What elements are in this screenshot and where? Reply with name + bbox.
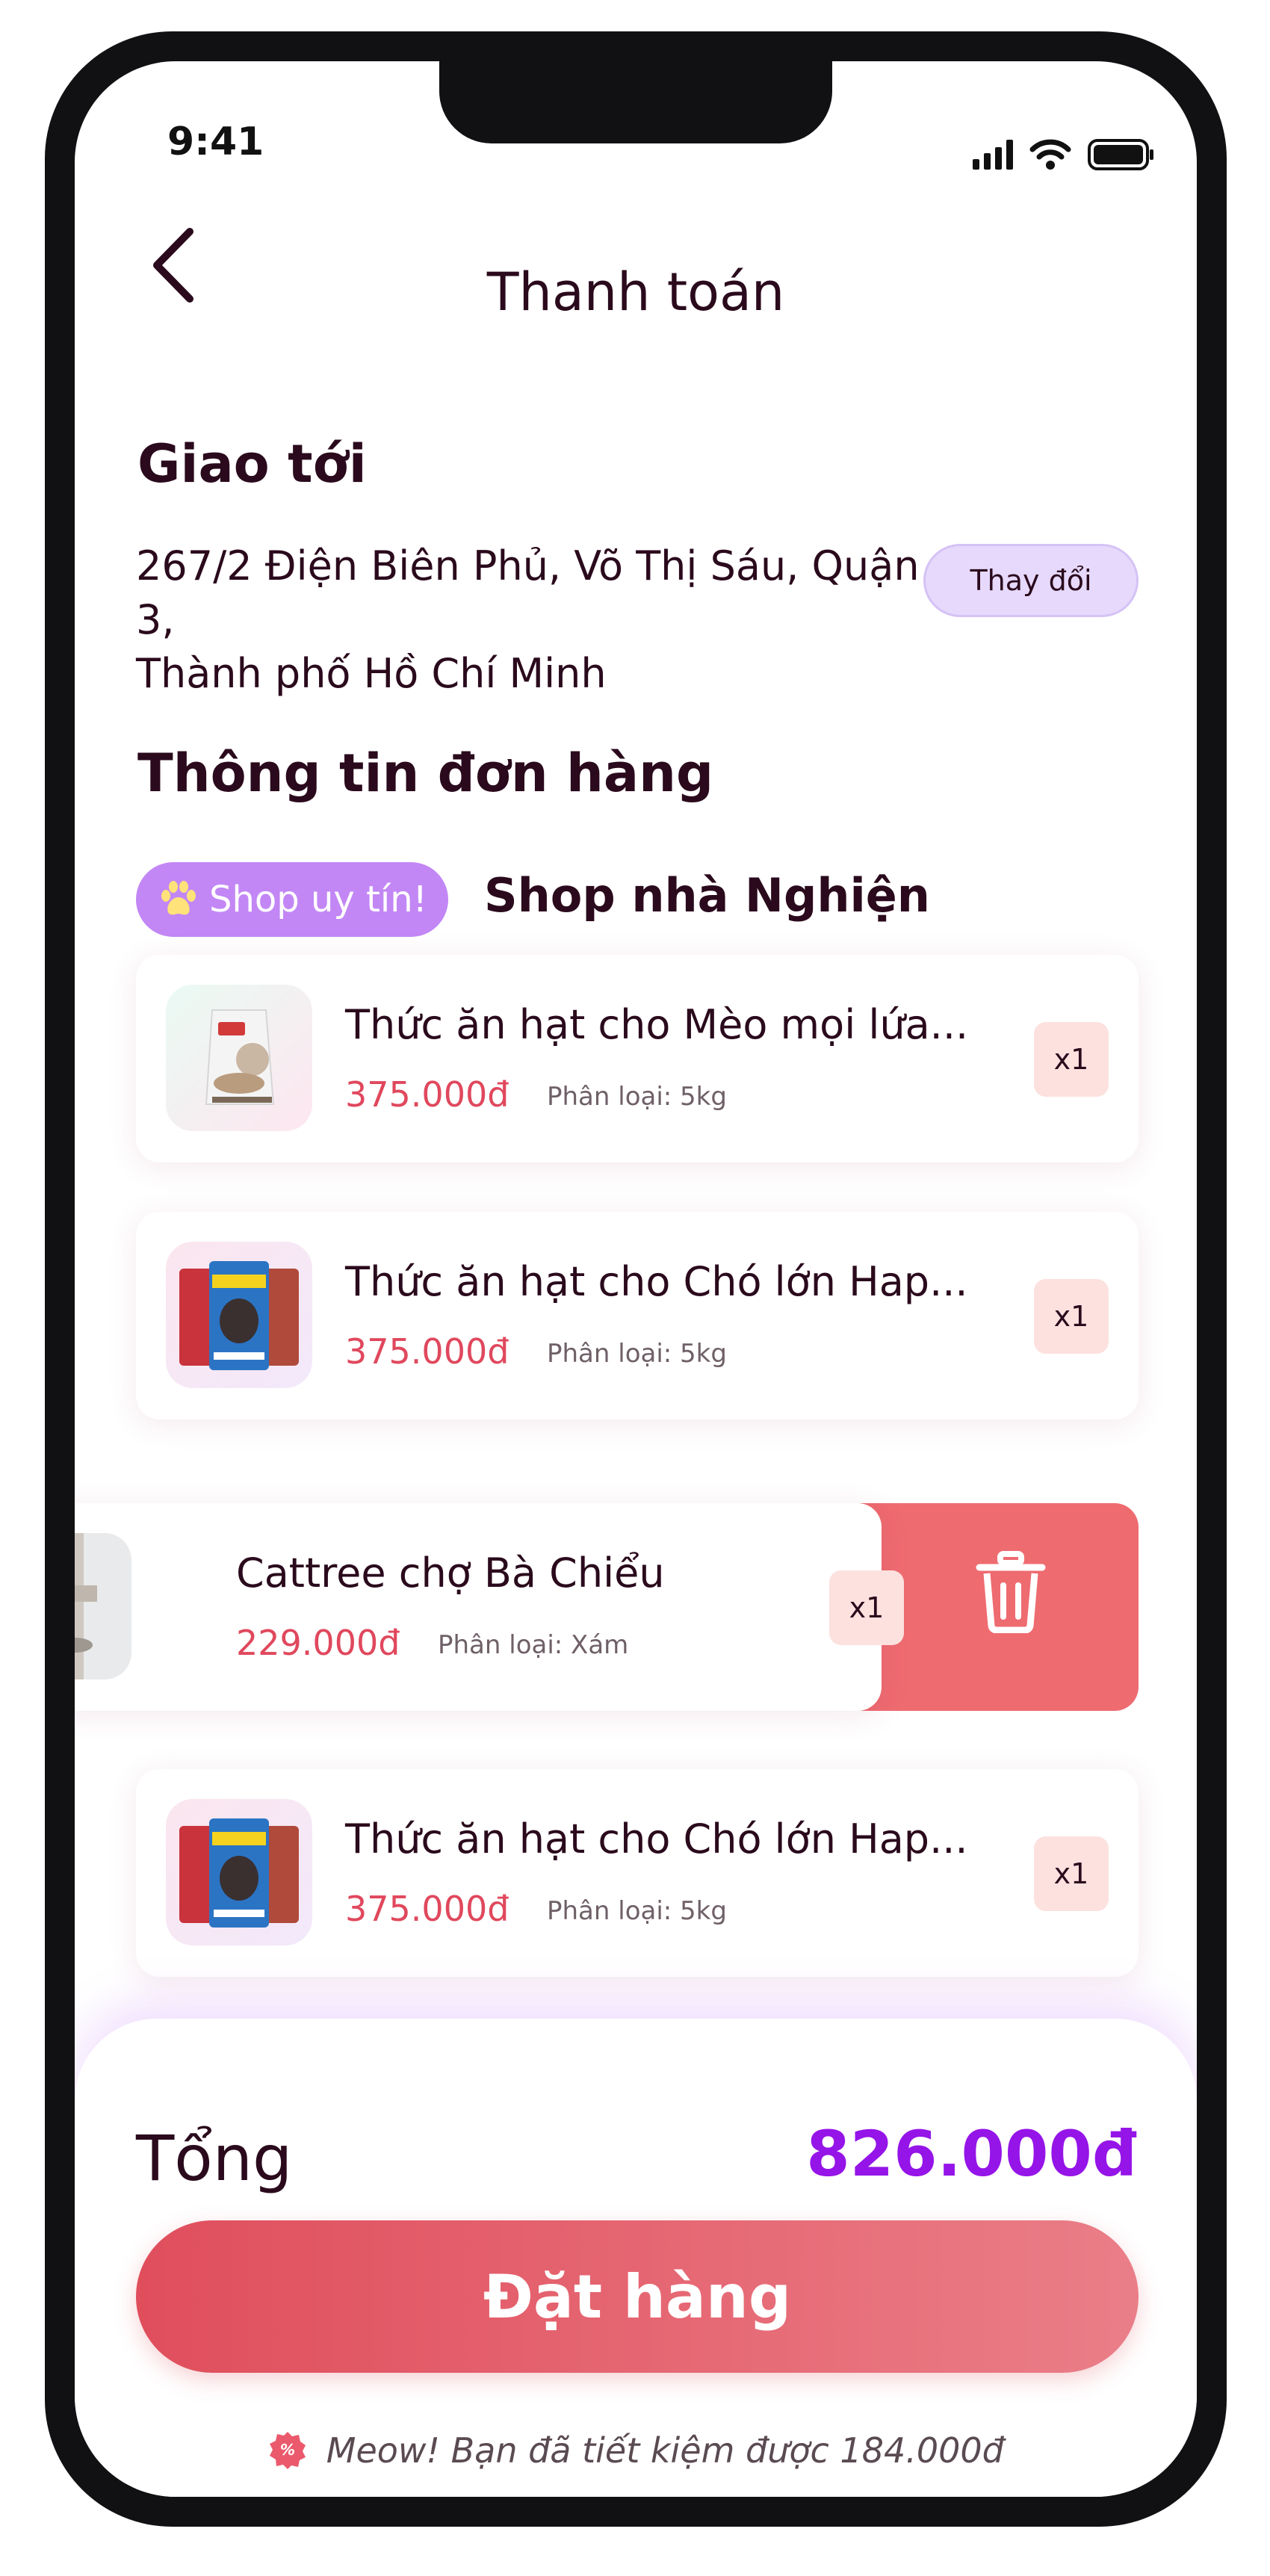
change-address-button[interactable]: Thay đổi xyxy=(923,544,1139,617)
shop-name[interactable]: Shop nhà Nghiện xyxy=(484,868,930,923)
item-price: 375.000đ xyxy=(345,1074,509,1115)
wifi-icon xyxy=(1029,139,1071,170)
place-order-button[interactable]: Đặt hàng xyxy=(136,2220,1139,2373)
trusted-shop-badge: Shop uy tín! xyxy=(136,862,448,937)
item-name: Thức ăn hạt cho Chó lớn Hap... xyxy=(345,1258,968,1305)
product-thumbnail xyxy=(166,1242,312,1388)
savings-text: Meow! Bạn đã tiết kiệm được 184.000đ xyxy=(326,2430,1004,2471)
trusted-shop-label: Shop uy tín! xyxy=(209,879,427,920)
item-name: Cattree chợ Bà Chiểu xyxy=(236,1549,665,1597)
order-section-title: Thông tin đơn hàng xyxy=(137,743,714,804)
svg-text:%: % xyxy=(280,2441,295,2459)
checkout-screen: 9:41 Thanh toán Giao tới 267/2 Điện Biên… xyxy=(75,61,1197,2497)
status-icons xyxy=(973,139,1155,170)
item-price: 229.000đ xyxy=(236,1623,400,1663)
cart-item[interactable]: Thức ăn hạt cho Chó lớn Hap... 375.000đ … xyxy=(136,1769,1139,1977)
item-name: Thức ăn hạt cho Mèo mọi lứa... xyxy=(345,1001,969,1048)
quantity-badge[interactable]: x1 xyxy=(829,1570,904,1645)
paw-icon xyxy=(161,881,196,915)
item-variant: Phân loại: 5kg xyxy=(547,1082,727,1112)
item-price: 375.000đ xyxy=(345,1331,509,1372)
product-thumbnail xyxy=(75,1533,131,1679)
address-line-1: 267/2 Điện Biên Phủ, Võ Thị Sáu, Quận 3, xyxy=(136,542,920,643)
cart-item[interactable]: Thức ăn hạt cho Chó lớn Hap... 375.000đ … xyxy=(136,1212,1139,1419)
cart-item-swiped[interactable]: Cattree chợ Bà Chiểu 229.000đ Phân loại:… xyxy=(75,1503,904,1711)
item-variant: Phân loại: 5kg xyxy=(547,1339,727,1369)
quantity-badge[interactable]: x1 xyxy=(1034,1022,1109,1097)
notch xyxy=(439,61,832,143)
cart-item[interactable]: Thức ăn hạt cho Mèo mọi lứa... 375.000đ … xyxy=(136,955,1139,1162)
delivery-address: 267/2 Điện Biên Phủ, Võ Thị Sáu, Quận 3,… xyxy=(136,539,943,701)
product-thumbnail xyxy=(166,985,312,1131)
trash-icon xyxy=(976,1551,1046,1633)
status-time: 9:41 xyxy=(167,120,264,164)
canvas: 9:41 Thanh toán Giao tới 267/2 Điện Biên… xyxy=(0,0,1270,2576)
total-value: 826.000đ xyxy=(806,2117,1137,2190)
item-price: 375.000đ xyxy=(345,1889,509,1929)
signal-icon xyxy=(973,140,1013,170)
page-title: Thanh toán xyxy=(486,261,785,323)
item-variant: Phân loại: 5kg xyxy=(547,1896,727,1926)
battery-icon xyxy=(1088,139,1153,170)
address-line-2: Thành phố Hồ Chí Minh xyxy=(136,650,607,697)
delivery-section-title: Giao tới xyxy=(137,433,367,495)
total-label: Tổng xyxy=(136,2122,293,2195)
item-variant: Phân loại: Xám xyxy=(438,1630,629,1660)
savings-message: % Meow! Bạn đã tiết kiệm được 184.000đ xyxy=(75,2430,1197,2471)
item-name: Thức ăn hạt cho Chó lớn Hap... xyxy=(345,1815,968,1863)
quantity-badge[interactable]: x1 xyxy=(1034,1836,1109,1911)
quantity-badge[interactable]: x1 xyxy=(1034,1279,1109,1354)
discount-badge-icon: % xyxy=(270,2432,306,2469)
phone-frame: 9:41 Thanh toán Giao tới 267/2 Điện Biên… xyxy=(45,31,1227,2527)
product-thumbnail xyxy=(166,1799,312,1945)
